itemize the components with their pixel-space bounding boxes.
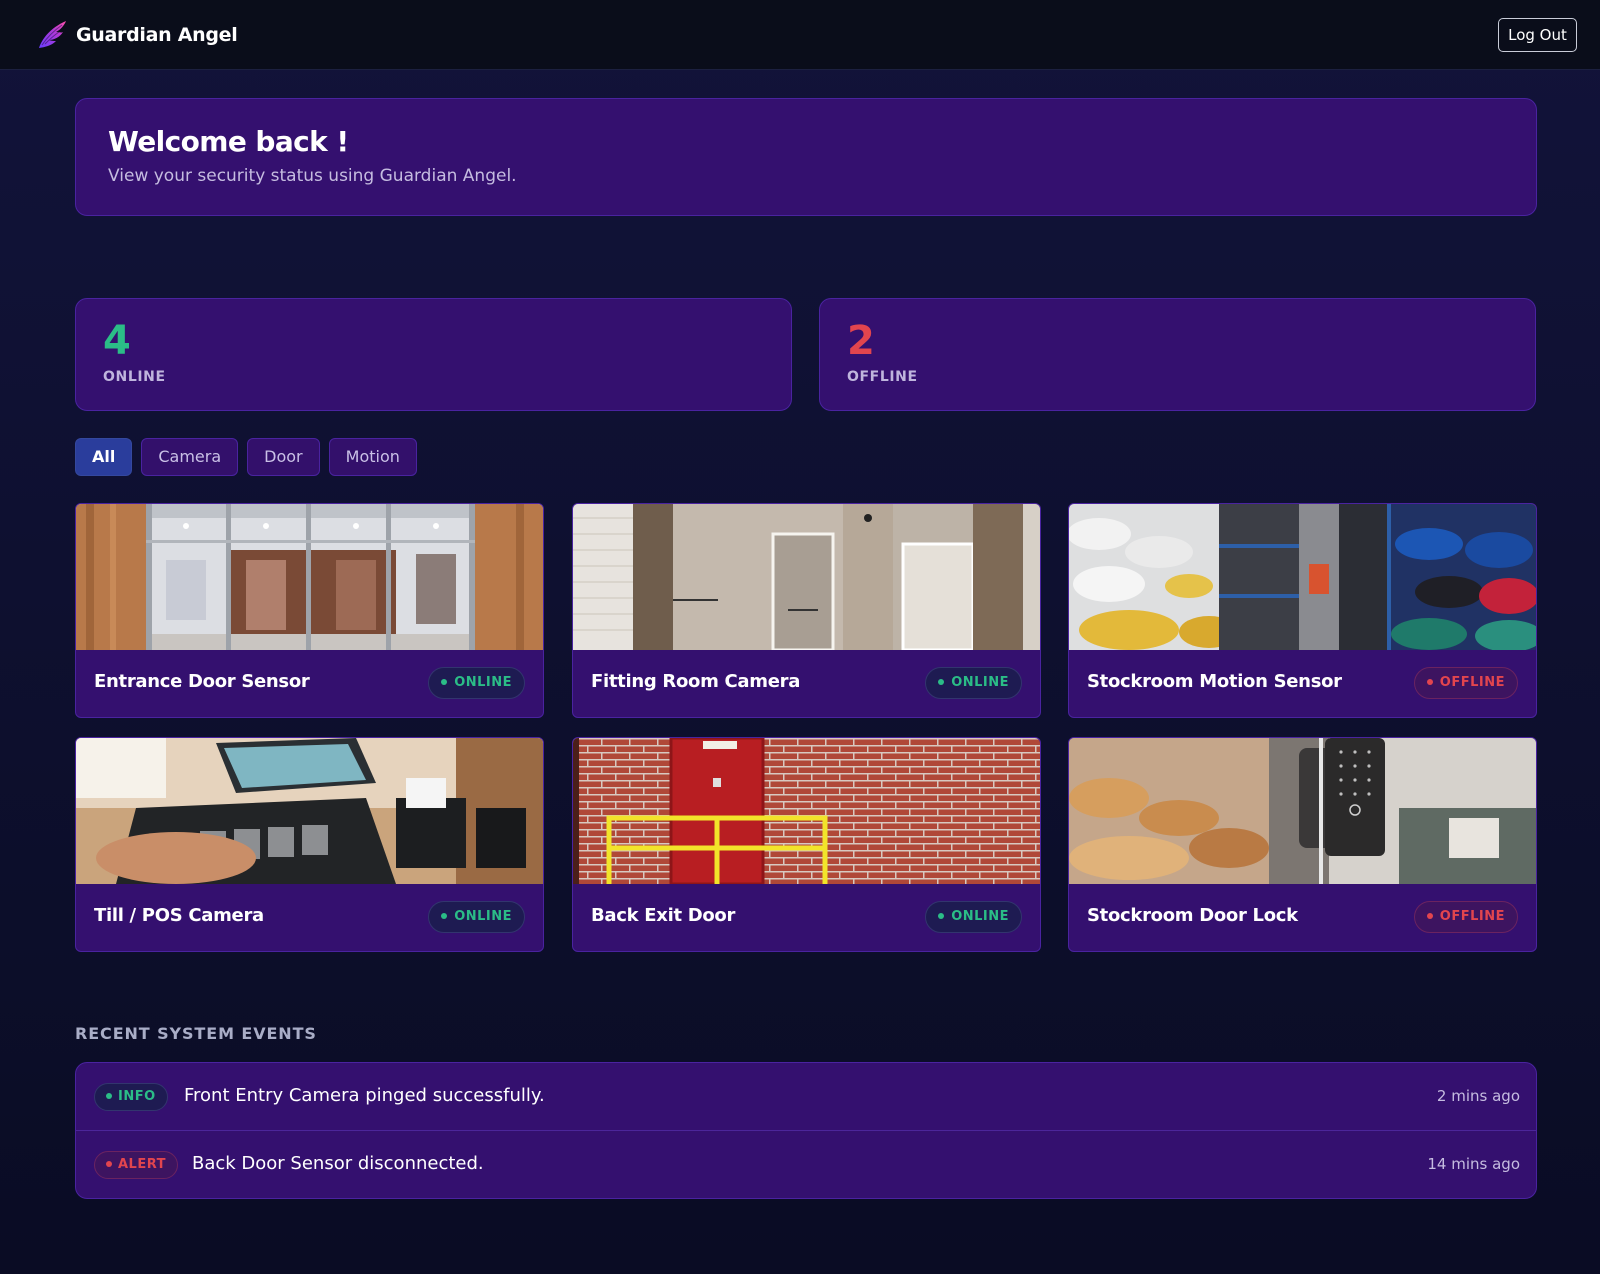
filter-motion[interactable]: Motion (328, 438, 417, 476)
event-time: 14 mins ago (1427, 1155, 1520, 1173)
event-time: 2 mins ago (1436, 1087, 1520, 1105)
event-level-badge: INFO (94, 1083, 168, 1111)
device-name: Fitting Room Camera (591, 671, 801, 692)
device-name: Entrance Door Sensor (94, 671, 310, 692)
status-badge: ONLINE (925, 667, 1022, 699)
device-name: Back Exit Door (591, 905, 736, 926)
filter-door[interactable]: Door (247, 438, 320, 476)
status-text: ONLINE (951, 909, 1009, 924)
status-text: ONLINE (454, 909, 512, 924)
fitting-room-photo (573, 504, 1040, 650)
online-count: 4 (103, 318, 131, 364)
offline-stat-card: 2 OFFLINE (819, 298, 1536, 411)
event-level: ALERT (118, 1157, 167, 1172)
status-dot-icon (1426, 678, 1433, 685)
event-message: Front Entry Camera pinged successfully. (184, 1085, 545, 1106)
status-dot-icon (441, 678, 448, 685)
device-name: Till / POS Camera (94, 905, 264, 926)
pos-till-photo (76, 738, 543, 884)
status-badge: OFFLINE (1413, 901, 1518, 933)
device-card-till-pos-camera[interactable]: Till / POS Camera ONLINE (75, 737, 544, 952)
status-text: OFFLINE (1439, 675, 1505, 690)
status-text: ONLINE (454, 675, 512, 690)
status-dot-icon (106, 1160, 112, 1167)
angel-wing-icon (39, 21, 66, 48)
offline-count: 2 (847, 318, 875, 364)
welcome-card: Welcome back ! View your security status… (75, 98, 1537, 216)
online-stat-card: 4 ONLINE (75, 298, 792, 411)
status-dot-icon (106, 1092, 112, 1099)
brand[interactable]: Guardian Angel (36, 18, 238, 52)
status-text: ONLINE (951, 675, 1009, 690)
status-dot-icon (938, 678, 945, 685)
offline-label: OFFLINE (847, 369, 918, 385)
status-dot-icon (441, 912, 448, 919)
device-filter-tabs: All Camera Door Motion (75, 438, 417, 476)
filter-camera[interactable]: Camera (141, 438, 239, 476)
store-entrance-photo (76, 504, 543, 650)
status-badge: ONLINE (428, 667, 525, 699)
stockroom-shelves-photo (1069, 504, 1536, 650)
fire-exit-door-photo (573, 738, 1040, 884)
device-card-entrance-door-sensor[interactable]: Entrance Door Sensor ONLINE (75, 503, 544, 718)
status-badge: ONLINE (925, 901, 1022, 933)
event-level: INFO (118, 1089, 156, 1104)
device-card-stockroom-motion-sensor[interactable]: Stockroom Motion Sensor OFFLINE (1068, 503, 1537, 718)
recent-events-list: INFO Front Entry Camera pinged successfu… (75, 1062, 1537, 1199)
welcome-title: Welcome back ! (108, 125, 349, 158)
recent-events-title: RECENT SYSTEM EVENTS (75, 1024, 317, 1043)
status-badge: ONLINE (428, 901, 525, 933)
event-level-badge: ALERT (94, 1151, 179, 1179)
event-row[interactable]: ALERT Back Door Sensor disconnected. 14 … (76, 1131, 1536, 1198)
event-row[interactable]: INFO Front Entry Camera pinged successfu… (76, 1063, 1536, 1131)
device-card-back-exit-door[interactable]: Back Exit Door ONLINE (572, 737, 1041, 952)
device-card-stockroom-door-lock[interactable]: Stockroom Door Lock OFFLINE (1068, 737, 1537, 952)
welcome-subtitle: View your security status using Guardian… (108, 166, 517, 186)
device-name: Stockroom Door Lock (1087, 905, 1298, 926)
filter-all[interactable]: All (75, 438, 133, 476)
event-message: Back Door Sensor disconnected. (192, 1153, 484, 1174)
status-dot-icon (1426, 912, 1433, 919)
device-name: Stockroom Motion Sensor (1087, 671, 1342, 692)
status-dot-icon (938, 912, 945, 919)
smart-door-lock-photo (1069, 738, 1536, 884)
online-label: ONLINE (103, 369, 166, 385)
logout-button[interactable]: Log Out (1498, 18, 1577, 52)
status-text: OFFLINE (1439, 909, 1505, 924)
device-card-fitting-room-camera[interactable]: Fitting Room Camera ONLINE (572, 503, 1041, 718)
top-navbar: Guardian Angel Log Out (0, 0, 1600, 70)
status-badge: OFFLINE (1413, 667, 1518, 699)
brand-name: Guardian Angel (76, 24, 238, 46)
